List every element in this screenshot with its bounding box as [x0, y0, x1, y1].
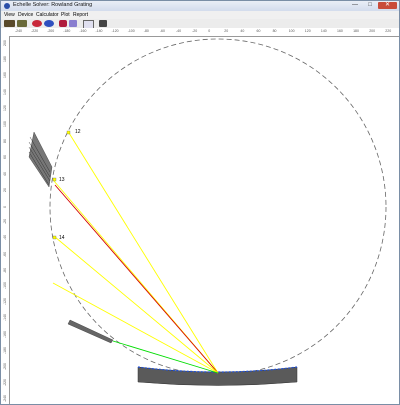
calendar-icon[interactable]: [69, 20, 77, 27]
menu-bar: View Device Calculator Plot Report: [1, 11, 399, 19]
ruler-tick-label: 40: [240, 29, 245, 33]
ruler-tick-label: 0: [3, 206, 7, 208]
ruler-tick-label: -160: [3, 330, 7, 338]
ray-icon[interactable]: [59, 20, 67, 27]
ruler-tick-label: -60: [3, 251, 7, 257]
ruler-tick-label: -120: [111, 29, 119, 33]
ruler-tick-label: 120: [3, 104, 7, 111]
grating-red-icon[interactable]: [32, 20, 42, 27]
ruler-tick-label: -60: [159, 29, 165, 33]
ruler-tick-label: 20: [3, 187, 7, 192]
ruler-tick-label: 140: [320, 29, 327, 33]
drawing-canvas[interactable]: [10, 37, 399, 403]
application-window: Echelle Solver: Rowland Grating — □ ✕ Vi…: [0, 0, 400, 405]
ruler-tick-label: -220: [31, 29, 39, 33]
ruler-tick-label: -240: [3, 395, 7, 403]
ruler-tick-label: -80: [143, 29, 149, 33]
ruler-tick-label: -100: [3, 281, 7, 289]
ruler-tick-label: 200: [369, 29, 376, 33]
ruler-tick-label: -240: [15, 29, 23, 33]
ruler-tick-label: -100: [127, 29, 135, 33]
horizontal-ruler: -240 -220 -200 -180 -160 -140 -120 -100 -80 -60 -4…: [1, 28, 399, 37]
ruler-tick-label: -40: [3, 235, 7, 241]
order-12-marker[interactable]: [66, 130, 71, 135]
grating-blue-icon[interactable]: [44, 20, 54, 27]
minimize-button[interactable]: —: [348, 2, 362, 9]
order-12-label: 12: [75, 129, 81, 135]
cart-icon[interactable]: [17, 20, 27, 27]
ruler-tick-label: 140: [3, 88, 7, 95]
ruler-tick-label: 160: [3, 72, 7, 79]
menu-device[interactable]: Device: [18, 12, 33, 18]
rowland-circle: [49, 38, 387, 376]
ruler-tick-label: 180: [3, 56, 7, 63]
ruler-tick-label: 100: [3, 121, 7, 127]
ruler-tick-label: -20: [192, 29, 198, 33]
order-13-marker[interactable]: [52, 177, 57, 182]
print-icon[interactable]: [99, 20, 107, 27]
ruler-tick-label: -180: [63, 29, 71, 33]
window-title: Echelle Solver: Rowland Grating: [13, 2, 93, 8]
menu-view[interactable]: View: [4, 12, 15, 18]
ruler-tick-label: -80: [3, 267, 7, 273]
ray-order-12: [68, 132, 219, 374]
ruler-tick-label: -20: [3, 219, 7, 225]
ruler-tick-label: 100: [288, 29, 295, 33]
menu-report[interactable]: Report: [73, 12, 88, 18]
ruler-tick-label: 20: [224, 29, 229, 33]
ruler-tick-label: -220: [3, 379, 7, 387]
ruler-tick-label: 120: [304, 29, 311, 33]
ruler-tick-label: -140: [3, 314, 7, 322]
ruler-tick-label: -200: [3, 362, 7, 370]
ruler-tick-label: -160: [79, 29, 87, 33]
ruler-tick-label: 80: [3, 139, 7, 144]
open-icon[interactable]: [4, 20, 15, 27]
order-14-label: 14: [59, 235, 65, 241]
ruler-tick-label: 180: [353, 29, 359, 33]
ruler-tick-label: 0: [208, 29, 211, 33]
order-13-label: 13: [59, 177, 65, 183]
ray-green: [112, 340, 219, 374]
ray-order-14: [54, 236, 219, 374]
app-icon: [4, 3, 10, 9]
ruler-tick-label: -40: [176, 29, 182, 33]
menu-plot[interactable]: Plot: [61, 12, 70, 18]
close-button[interactable]: ✕: [378, 2, 397, 9]
ruler-tick-label: 80: [272, 29, 277, 33]
ruler-tick-label: 40: [3, 171, 7, 176]
ruler-tick-label: -140: [95, 29, 103, 33]
order-14-marker[interactable]: [52, 235, 57, 240]
ruler-tick-label: -200: [47, 29, 55, 33]
ruler-tick-label: 200: [3, 40, 7, 46]
detector-array: [28, 131, 53, 188]
ruler-tick-label: 220: [385, 29, 392, 33]
vertical-ruler: 200 180 160 140 120 100 80 60 40 20 0 -20 -40 -60 -80-…: [1, 36, 10, 404]
ruler-tick-label: -120: [3, 298, 7, 306]
ruler-tick-label: 60: [256, 29, 261, 33]
entrance-slit: [67, 319, 114, 344]
rowland-grating: [137, 366, 298, 386]
title-bar: Echelle Solver: Rowland Grating — □ ✕: [1, 1, 399, 11]
ray-order-13-red: [54, 184, 219, 374]
ruler-tick-label: -180: [3, 346, 7, 354]
menu-calculator[interactable]: Calculator: [36, 12, 59, 18]
ruler-tick-label: 160: [337, 29, 343, 33]
maximize-button[interactable]: □: [363, 2, 377, 9]
ruler-tick-label: 60: [3, 155, 7, 160]
